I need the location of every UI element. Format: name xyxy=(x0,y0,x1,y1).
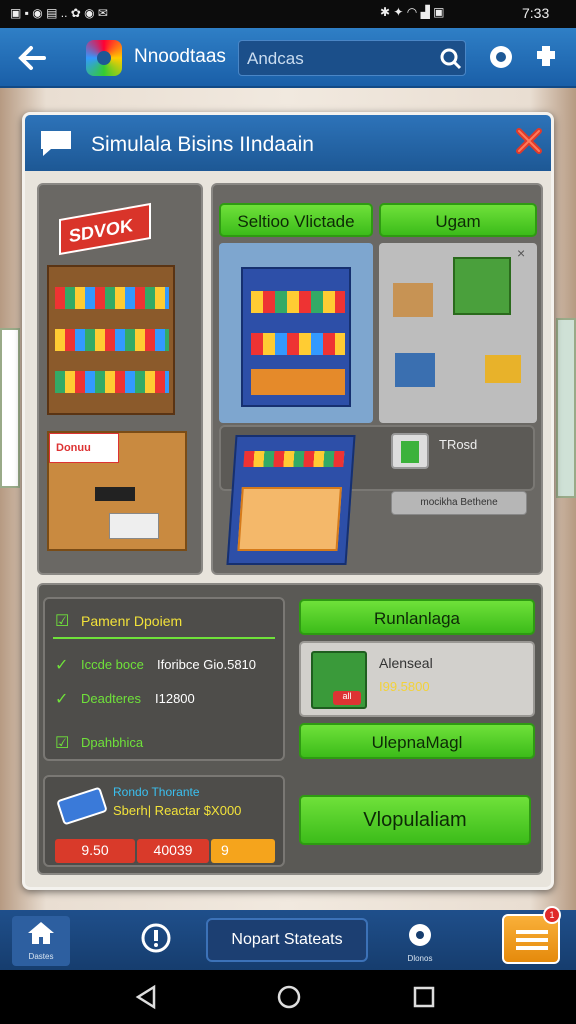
cash-register xyxy=(95,487,135,501)
box xyxy=(393,283,433,317)
bakery-case xyxy=(226,435,356,565)
credit-card-icon xyxy=(56,786,108,826)
machine xyxy=(453,257,511,315)
nav-settings-label: Dlonos xyxy=(407,954,433,963)
business-card: Rondo Thorante Sberh| Reactar $X000 9.50… xyxy=(43,775,285,867)
check-icon: ✓ xyxy=(55,691,69,708)
upgrade-button[interactable]: Ugam xyxy=(379,203,537,237)
bottom-nav: Dastes Nopart Stateats Dlonos 1 xyxy=(0,906,576,970)
stats-header: Pamenr Dpoiem xyxy=(81,613,183,629)
store-preview[interactable]: SDVOK Donuu xyxy=(37,183,203,575)
menu-icon xyxy=(516,930,548,950)
header-check-icon: ☑ xyxy=(55,613,70,630)
settings-gear-icon[interactable] xyxy=(486,42,516,72)
business-dialog: Simulala Bisins IIndaain SDVOK Donuu Sel… xyxy=(22,112,554,890)
home-icon xyxy=(28,922,54,944)
selection-area: Seltioo Vlictade Ugam × TRosd mocikha Be… xyxy=(211,183,543,575)
check-icon: ✓ xyxy=(55,657,69,674)
back-triangle-icon[interactable] xyxy=(134,984,158,1010)
info-icon[interactable] xyxy=(140,922,172,954)
recents-square-icon[interactable] xyxy=(412,984,436,1010)
product-price: I99.5800 xyxy=(379,679,430,694)
gear-icon xyxy=(409,924,431,946)
system-icons: ✱ ✦ ◠ ▟ ▣ xyxy=(380,5,445,19)
search-input-value: Andcas xyxy=(247,49,304,68)
tile-close-icon[interactable]: × xyxy=(517,245,525,261)
puzzle-icon[interactable] xyxy=(534,42,562,70)
product-image: all xyxy=(311,651,367,709)
shelf-right xyxy=(556,318,576,498)
stat-label: Deadteres xyxy=(81,691,141,706)
app-name: Nnoodtaas xyxy=(134,46,226,67)
item-label: TRosd xyxy=(439,437,478,452)
product-card[interactable]: all Alenseal I99.5800 xyxy=(299,641,535,717)
shelf-unit xyxy=(47,265,175,415)
card-subtitle: Sberh| Reactar $X000 xyxy=(113,803,242,818)
stat-value: I12800 xyxy=(155,691,195,706)
display-stand xyxy=(241,267,351,407)
checkout-counter: Donuu xyxy=(47,431,187,551)
stat-label: Dpahbhica xyxy=(81,735,144,750)
bottom-action-button[interactable]: UlepnaMagl xyxy=(299,723,535,759)
store-sign: SDVOK xyxy=(59,202,151,256)
check-icon: ☑ xyxy=(55,735,70,752)
product-badge: all xyxy=(333,691,361,705)
pill-red-2: 40039 xyxy=(137,839,209,863)
product-name: Alenseal xyxy=(379,655,433,671)
top-action-button[interactable]: Runlanlaga xyxy=(299,599,535,635)
notification-badge: 1 xyxy=(543,906,561,924)
system-nav-bar xyxy=(0,970,576,1024)
stat-value: Iforibce Gio.5810 xyxy=(157,657,257,672)
app-logo-icon xyxy=(86,40,122,76)
card-title: Rondo Thorante xyxy=(113,785,200,799)
window-left xyxy=(0,328,20,488)
small-action-button[interactable]: mocikha Bethene xyxy=(391,491,527,515)
big-action-button[interactable]: Vlopulaliam xyxy=(299,795,531,845)
display-stand-tile[interactable] xyxy=(219,243,373,423)
select-button[interactable]: Seltioo Vlictade xyxy=(219,203,373,237)
pill-red: 9.50 xyxy=(55,839,135,863)
notification-icons: ▣ ▪ ◉ ▤ .. ✿ ◉ ✉ xyxy=(10,6,108,20)
nav-home[interactable]: Dastes xyxy=(12,916,70,966)
status-bar: ▣ ▪ ◉ ▤ .. ✿ ◉ ✉ ✱ ✦ ◠ ▟ ▣ 7:33 xyxy=(0,0,576,28)
dialog-title: Simulala Bisins IIndaain xyxy=(91,133,314,156)
pill-orange: 9 xyxy=(211,839,275,863)
stat-label: Iccde boce xyxy=(81,657,144,672)
bottom-section: ☑ Pamenr Dpoiem ✓ Iccde boce Iforibce Gi… xyxy=(37,583,543,875)
center-nav-button[interactable]: Nopart Stateats xyxy=(206,918,368,962)
stats-panel: ☑ Pamenr Dpoiem ✓ Iccde boce Iforibce Gi… xyxy=(43,597,285,761)
counter-sign: Donuu xyxy=(49,433,119,463)
cart xyxy=(395,353,435,387)
home-circle-icon[interactable] xyxy=(276,984,302,1010)
close-icon[interactable] xyxy=(513,125,545,157)
clock: 7:33 xyxy=(522,5,550,21)
chat-icon xyxy=(41,131,71,156)
search-icon[interactable] xyxy=(439,47,463,71)
dialog-header: Simulala Bisins IIndaain xyxy=(25,115,551,171)
divider xyxy=(53,637,275,639)
search-input[interactable]: Andcas xyxy=(238,40,466,76)
back-arrow-icon[interactable] xyxy=(14,40,50,76)
store-sign-text: SDVOK xyxy=(69,215,134,247)
warehouse-tile[interactable]: × xyxy=(379,243,537,423)
nav-home-label: Dastes xyxy=(28,952,54,961)
crate xyxy=(485,355,521,383)
item-icon[interactable] xyxy=(391,433,429,469)
nav-settings[interactable]: Dlonos xyxy=(396,916,444,966)
app-bar: Nnoodtaas Andcas xyxy=(0,28,576,88)
